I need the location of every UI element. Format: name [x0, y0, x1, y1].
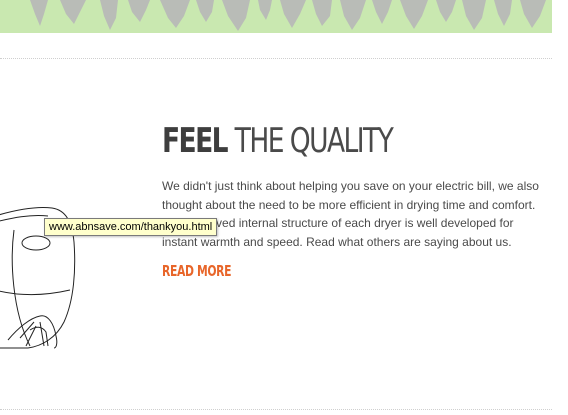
decorative-banner	[0, 0, 552, 33]
section-divider-top	[0, 58, 552, 59]
link-url-tooltip: www.abnsave.com/thankyou.html	[44, 218, 218, 236]
section-body-text: We didn't just think about helping you s…	[162, 179, 539, 249]
read-more-link[interactable]: READ MORE	[162, 262, 232, 280]
section-heading: FEEL THE QUALITY	[162, 121, 394, 161]
banner-pattern	[30, 0, 546, 31]
heading-bold-part: FEEL	[162, 121, 229, 161]
heading-light-part: THE QUALITY	[234, 121, 394, 161]
section-divider-bottom	[0, 409, 552, 410]
